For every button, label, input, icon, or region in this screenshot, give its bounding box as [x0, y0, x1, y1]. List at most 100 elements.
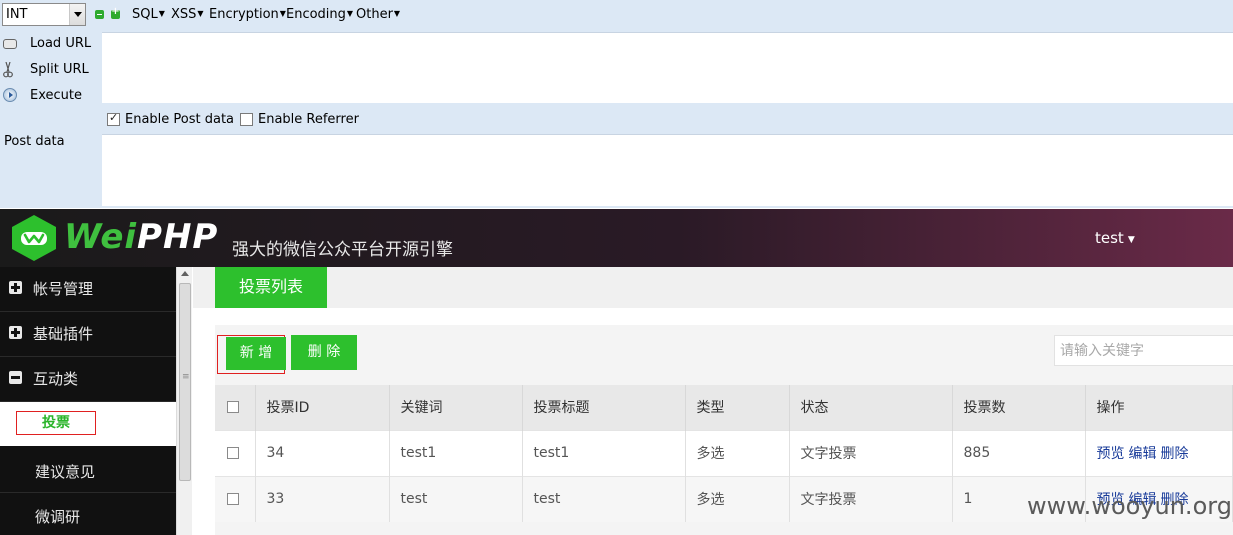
sidebar-item-survey[interactable]: 微调研: [0, 493, 176, 535]
weiphp-logo-icon[interactable]: [9, 214, 59, 262]
sidebar: 帐号管理 基础插件 互动类 投票 建议意见 微调研: [0, 267, 176, 535]
type-select[interactable]: INT: [2, 3, 86, 26]
table-header-row: 投票ID 关键词 投票标题 类型 状态 投票数 操作: [215, 385, 1233, 430]
delete-button[interactable]: 删 除: [291, 335, 357, 370]
split-url-label: Split URL: [30, 62, 89, 77]
caret-down-icon: ▼: [197, 9, 204, 18]
cell-type: 多选: [685, 429, 790, 476]
hackbar-toolbar: INT SQL▼ XSS▼ Encryption▼ Encoding▼ Othe…: [0, 0, 1233, 30]
sidebar-group-label: 互动类: [33, 370, 79, 388]
column-header-title: 投票标题: [522, 385, 686, 430]
table-row: 34 test1 test1 多选 文字投票 885 预览 编辑 删除: [215, 429, 1233, 476]
logo-text[interactable]: WeiPHP: [64, 217, 218, 257]
row-checkbox-cell: [215, 429, 256, 476]
cell-type: 多选: [685, 475, 790, 522]
menu-encryption[interactable]: Encryption▼: [209, 7, 286, 22]
dropdown-arrow-icon[interactable]: [69, 4, 85, 25]
preview-link[interactable]: 预览: [1097, 446, 1125, 462]
sidebar-group-label: 帐号管理: [33, 280, 94, 298]
plus-icon[interactable]: [111, 6, 120, 19]
hackbar-panel: INT SQL▼ XSS▼ Encryption▼ Encoding▼ Othe…: [0, 0, 1233, 208]
menu-xss-label: XSS: [171, 7, 197, 22]
cell-status: 文字投票: [789, 429, 953, 476]
sidebar-item-vote[interactable]: 投票: [0, 402, 176, 446]
column-header-type: 类型: [685, 385, 790, 430]
sidebar-group-label: 基础插件: [33, 325, 94, 343]
row-checkbox[interactable]: [227, 447, 239, 459]
load-url-label: Load URL: [30, 36, 92, 51]
caret-down-icon: ▼: [346, 9, 354, 18]
column-header-count: 投票数: [952, 385, 1086, 430]
sidebar-item-suggestions[interactable]: 建议意见: [0, 448, 176, 493]
column-header-id: 投票ID: [255, 385, 390, 430]
cell-id: 33: [255, 475, 390, 522]
execute-label: Execute: [30, 88, 82, 103]
options-row: Enable Post data Enable Referrer: [102, 108, 902, 130]
column-header-keyword: 关键词: [389, 385, 523, 430]
logo-php-text: PHP: [137, 217, 219, 257]
cell-status: 文字投票: [789, 475, 953, 522]
menu-encoding-label: Encoding: [286, 7, 346, 22]
header-checkbox-cell: [215, 385, 256, 430]
post-data-label: Post data: [4, 134, 65, 149]
cell-count: 885: [952, 429, 1086, 476]
load-url-icon: [3, 39, 17, 49]
watermark-text: www.wooyun.org: [1027, 492, 1232, 520]
split-url-button[interactable]: Split URL: [0, 58, 100, 82]
add-button[interactable]: 新 增: [226, 337, 286, 370]
menu-other-label: Other: [356, 7, 393, 22]
tab-bar: 投票列表: [193, 267, 1233, 308]
cell-title: test1: [522, 429, 686, 476]
enable-post-label[interactable]: Enable Post data: [125, 112, 234, 127]
column-header-actions: 操作: [1085, 385, 1233, 430]
menu-other[interactable]: Other▼: [356, 7, 400, 22]
menu-encryption-label: Encryption: [209, 7, 279, 22]
scroll-up-arrow-icon[interactable]: [181, 271, 189, 276]
menu-encoding[interactable]: Encoding▼: [286, 7, 353, 22]
sidebar-group-basic-plugins[interactable]: 基础插件: [0, 312, 176, 357]
select-all-checkbox[interactable]: [227, 401, 239, 414]
scrollbar-thumb[interactable]: ≡: [179, 283, 191, 481]
user-name: test: [1095, 229, 1124, 247]
type-select-value: INT: [6, 7, 28, 22]
sidebar-group-interactive[interactable]: 互动类: [0, 357, 176, 402]
logo-wei-text: Wei: [64, 217, 138, 257]
tab-vote-list[interactable]: 投票列表: [215, 267, 327, 308]
load-url-button[interactable]: Load URL: [0, 32, 100, 56]
menu-sql-label: SQL: [132, 7, 158, 22]
row-checkbox[interactable]: [227, 493, 239, 506]
menu-sql[interactable]: SQL▼: [132, 7, 165, 22]
cell-title: test: [522, 475, 686, 522]
sidebar-item-label: 微调研: [35, 508, 81, 526]
enable-post-checkbox[interactable]: [107, 111, 120, 126]
plus-square-icon: [9, 281, 22, 294]
grip-icon: ≡: [182, 372, 190, 382]
minus-icon[interactable]: [95, 10, 104, 19]
plus-square-icon: [9, 326, 22, 339]
sidebar-scrollbar[interactable]: ≡: [176, 267, 192, 535]
delete-link[interactable]: 删除: [1161, 446, 1189, 462]
caret-down-icon: ▼: [158, 9, 165, 18]
user-menu[interactable]: test ▼: [1095, 229, 1135, 247]
cell-id: 34: [255, 429, 390, 476]
logo-slogan: 强大的微信公众平台开源引擎: [232, 240, 453, 260]
play-icon: [3, 88, 17, 102]
post-data-textarea[interactable]: [102, 134, 1233, 206]
site-header: WeiPHP 强大的微信公众平台开源引擎 test ▼: [0, 209, 1233, 267]
sidebar-group-account[interactable]: 帐号管理: [0, 267, 176, 312]
scissors-icon: [3, 61, 13, 78]
enable-referrer-checkbox[interactable]: [240, 113, 253, 126]
execute-button[interactable]: Execute: [0, 84, 100, 108]
caret-down-icon: ▼: [1127, 235, 1135, 245]
cell-actions: 预览 编辑 删除: [1085, 429, 1233, 476]
row-checkbox-cell: [215, 475, 256, 522]
cell-keyword: test1: [389, 429, 523, 476]
search-input[interactable]: [1054, 335, 1233, 366]
column-header-status: 状态: [789, 385, 953, 430]
menu-xss[interactable]: XSS▼: [171, 7, 204, 22]
edit-link[interactable]: 编辑: [1129, 446, 1157, 462]
cell-keyword: test: [389, 475, 523, 522]
sidebar-item-vote-label: 投票: [16, 411, 96, 435]
url-textarea[interactable]: [102, 32, 1233, 103]
enable-referrer-label[interactable]: Enable Referrer: [258, 112, 359, 127]
